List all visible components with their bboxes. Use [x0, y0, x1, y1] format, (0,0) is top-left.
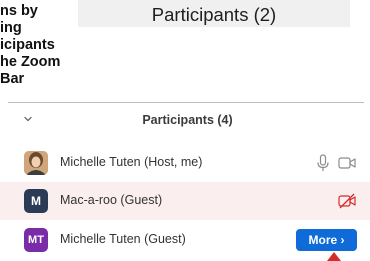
participant-name: Michelle Tuten (Guest) [60, 232, 186, 246]
pointer-arrow-icon [327, 252, 341, 261]
avatar: MT [24, 228, 48, 252]
tutorial-caption: ns by ing icipants he Zoom Bar [0, 3, 80, 88]
participant-name: Michelle Tuten (Host, me) [60, 155, 203, 169]
participant-name: Mac-a-roo (Guest) [60, 193, 163, 207]
video-camera-icon[interactable] [338, 156, 356, 170]
more-button[interactable]: More › [296, 229, 357, 251]
avatar: M [24, 189, 48, 213]
banner-title: Participants (2) [151, 4, 277, 25]
participants-panel-header: Participants (4) [0, 103, 370, 137]
panel-title: Participants (4) [142, 113, 233, 127]
caption-line: icipants [0, 37, 55, 53]
chevron-down-icon[interactable] [22, 113, 34, 125]
video-off-icon[interactable] [338, 193, 356, 209]
participant-row[interactable]: Michelle Tuten (Host, me) [0, 144, 370, 182]
caption-line: ing [0, 20, 22, 36]
caption-line: ns by [0, 3, 38, 19]
participant-row[interactable]: MT Michelle Tuten (Guest) More › [0, 221, 370, 259]
participants-banner: Participants (2) [78, 0, 350, 27]
profile-photo-icon [24, 151, 48, 175]
avatar [24, 151, 48, 175]
caption-line: he Zoom [0, 54, 61, 70]
caption-line: Bar [0, 71, 25, 87]
microphone-icon[interactable] [316, 154, 330, 172]
participant-row[interactable]: M Mac-a-roo (Guest) [0, 182, 370, 220]
